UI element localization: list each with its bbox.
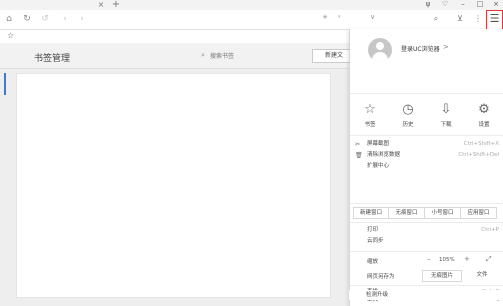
menu-item-screenshot[interactable]: ✂ 屏幕截图 Ctrl+Shift+X xyxy=(350,139,503,150)
forward-icon[interactable]: › xyxy=(76,12,88,26)
zoom-label: 缩放 xyxy=(367,259,379,265)
close-window-icon[interactable]: × xyxy=(489,0,503,10)
divider xyxy=(350,285,503,286)
menu-item-extensions[interactable]: 扩展中心 xyxy=(350,161,503,172)
close-tab-icon[interactable]: × xyxy=(96,0,106,10)
page-title: 书签管理 xyxy=(34,54,71,64)
menu-item-check-update[interactable]: 检测升级 xyxy=(349,290,503,300)
settings-action[interactable]: ⚙ 设置 xyxy=(469,101,499,128)
chevron-down-icon[interactable]: ∨ xyxy=(370,13,375,21)
settings-label: 设置 xyxy=(478,122,490,128)
bookmarks-action[interactable]: ☆ 书签 xyxy=(355,101,385,128)
history-action[interactable]: ◷ 历史 xyxy=(393,101,423,128)
menu-item-label: 打印 xyxy=(367,227,379,233)
bookmark-list-panel xyxy=(16,73,331,298)
scissors-icon: ✂ xyxy=(355,141,361,148)
chevron-right-icon[interactable]: > xyxy=(443,43,449,51)
divider xyxy=(350,135,503,136)
divider xyxy=(350,222,503,223)
save-row: 网页另存为 无痕图片 文件 xyxy=(350,269,503,283)
divider xyxy=(350,203,503,204)
menu-item-label: 屏幕截图 xyxy=(367,141,390,147)
new-tab-icon[interactable]: + xyxy=(111,0,121,10)
menu-item-label: 清除浏览数据 xyxy=(367,152,401,158)
bookmark-star-icon[interactable]: ★ xyxy=(322,13,328,21)
menu-item-label: 扩展中心 xyxy=(367,163,390,169)
divider xyxy=(350,251,503,252)
no-image-button[interactable]: 无痕图片 xyxy=(422,270,462,282)
skin-icon[interactable]: ♡ xyxy=(438,0,452,10)
menu-item-cloud-sync[interactable]: 云同步 xyxy=(350,236,503,247)
more-icon[interactable]: ⋮ xyxy=(472,13,484,25)
save-page-as-item[interactable]: 网页另存为 xyxy=(367,272,395,280)
app-window-button[interactable]: 应用窗口 xyxy=(461,207,497,219)
incognito-window-button[interactable]: 无痕窗口 xyxy=(389,207,425,219)
navigation-bar: ⌂ ↻ ↺ ‹ › ★ ▾ ∨ ⌕ ⊻ ⋮ ☰ xyxy=(0,10,503,30)
search-icon: ⌕ xyxy=(201,51,205,59)
shortcut-label: Ctrl+Shift+X xyxy=(463,141,499,147)
bookmark-search-input[interactable] xyxy=(210,52,300,61)
zoom-in-button[interactable]: + xyxy=(464,255,470,263)
zoom-level: 105% xyxy=(439,257,455,263)
window-buttons-row: 新建窗口 无痕窗口 小号窗口 应用窗口 xyxy=(350,205,503,221)
zoom-row: 缩放 – 105% + ⤢ xyxy=(350,254,503,268)
sidebar-selection-indicator xyxy=(4,73,6,95)
file-button[interactable]: 文件 xyxy=(467,270,497,282)
star-icon: ☆ xyxy=(364,102,376,117)
main-menu-dropdown: 登录UC浏览器 > ☆ 书签 ◷ 历史 ⇩ 下载 ⚙ 设置 ✂ 屏幕截图 Ctr… xyxy=(349,29,503,306)
home-icon[interactable]: ⌂ xyxy=(3,12,15,26)
menu-item-clear-data[interactable]: 🗑 清除浏览数据 Ctrl+Shift+Del xyxy=(350,150,503,161)
cart-icon[interactable]: ⊻ xyxy=(454,13,466,25)
refresh-icon[interactable]: ↻ xyxy=(21,12,33,26)
shortcut-label: Ctrl+P xyxy=(481,227,499,233)
search-icon[interactable]: ⌕ xyxy=(430,13,442,25)
fullscreen-icon[interactable]: ⤢ xyxy=(486,255,492,264)
bookmark-star-icon[interactable]: ☆ xyxy=(7,31,14,40)
clock-icon: ◷ xyxy=(402,102,414,117)
undo-icon[interactable]: ↺ xyxy=(39,12,51,26)
divider xyxy=(350,93,503,94)
zoom-out-button[interactable]: – xyxy=(427,255,431,263)
gear-icon: ⚙ xyxy=(478,102,490,117)
new-window-button[interactable]: 新建窗口 xyxy=(353,207,389,219)
bookmarks-label: 书签 xyxy=(364,122,376,128)
menu-item-label: 云同步 xyxy=(367,238,384,244)
login-link[interactable]: 登录UC浏览器 xyxy=(401,44,440,53)
downloads-label: 下载 xyxy=(440,122,452,128)
download-icon: ⇩ xyxy=(440,102,452,117)
menu-item-print[interactable]: 打印 Ctrl+P xyxy=(350,225,503,236)
main-menu-button[interactable]: ☰ xyxy=(486,10,503,30)
trash-icon: 🗑 xyxy=(355,152,363,159)
pin-icon[interactable]: ψ xyxy=(421,0,435,10)
shortcut-label: Ctrl+Shift+Del xyxy=(458,152,499,158)
history-label: 历史 xyxy=(402,122,414,128)
downloads-action[interactable]: ⇩ 下载 xyxy=(431,101,461,128)
address-dropdown-icon[interactable]: ▾ xyxy=(338,14,341,20)
maximize-icon[interactable]: □ xyxy=(473,0,487,10)
minimize-icon[interactable]: – xyxy=(456,0,470,10)
menu-item-label: 检测升级 xyxy=(366,292,389,298)
avatar[interactable] xyxy=(368,38,392,62)
small-account-window-button[interactable]: 小号窗口 xyxy=(425,207,461,219)
tab-strip: × + ψ ♡ – □ × xyxy=(0,0,503,10)
back-icon[interactable]: ‹ xyxy=(59,12,71,26)
